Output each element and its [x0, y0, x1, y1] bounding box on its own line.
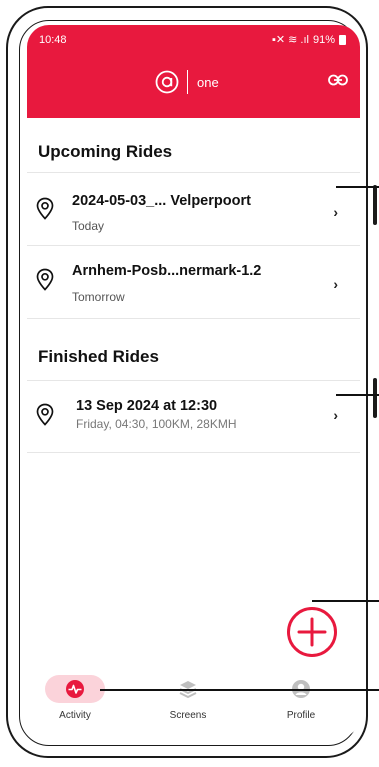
status-time: 10:48 [39, 34, 67, 46]
logo-text: one [197, 74, 219, 90]
divider [27, 318, 360, 319]
tab-screens[interactable]: Screens [143, 665, 233, 721]
ride-date: Tomorrow [72, 290, 125, 304]
link-icon[interactable] [328, 73, 348, 87]
side-button-1 [373, 185, 377, 225]
logo-separator [187, 70, 188, 94]
side-button-2 [373, 378, 377, 418]
app-logo: one [155, 70, 219, 94]
ride-details: Friday, 04:30, 100KM, 28KMH [76, 417, 237, 431]
ride-row-upcoming-2[interactable]: Arnhem-Posb...nermark-1.2 Tomorrow › [27, 246, 360, 318]
upcoming-rides-heading: Upcoming Rides [38, 142, 173, 161]
chevron-right-icon: › [333, 407, 338, 423]
tab-label: Screens [169, 710, 207, 721]
tab-label: Profile [286, 710, 316, 721]
callout-line-tabbar [100, 689, 379, 691]
active-tab-indicator [45, 675, 105, 703]
battery-percent: 91% [312, 33, 335, 46]
callout-line-fab [312, 600, 379, 602]
tab-activity[interactable]: Activity [30, 665, 120, 721]
ride-name: Arnhem-Posb...nermark-1.2 [72, 263, 262, 279]
finished-rides-heading: Finished Rides [38, 347, 159, 366]
ride-row-finished-1[interactable]: 13 Sep 2024 at 12:30 Friday, 04:30, 100K… [27, 381, 360, 453]
add-ride-button[interactable] [286, 606, 338, 658]
ride-name: 13 Sep 2024 at 12:30 [76, 398, 218, 414]
bottom-tab-bar: Activity Screens Profile [27, 665, 360, 738]
callout-line-finished [336, 394, 379, 396]
battery-icon [339, 34, 346, 45]
chevron-right-icon: › [333, 276, 338, 292]
location-pin-icon [36, 403, 54, 426]
ride-row-upcoming-1[interactable]: 2024-05-03_... Velperpoort Today › [27, 173, 360, 245]
ride-name: 2024-05-03_... Velperpoort [72, 193, 251, 209]
ride-date: Today [72, 219, 105, 233]
chevron-right-icon: › [333, 204, 338, 220]
divider [27, 452, 360, 453]
location-pin-icon [36, 197, 54, 220]
tab-profile[interactable]: Profile [256, 665, 346, 721]
logo-mark-icon [155, 70, 179, 94]
app-screen: 10:48 ▪✕ ≋ .ıl 91% one Upcoming Rides 20… [27, 25, 360, 738]
tab-label: Activity [59, 710, 91, 721]
signal-icon: ▪✕ ≋ .ıl [271, 34, 309, 46]
callout-line-upcoming [336, 186, 379, 188]
location-pin-icon [36, 268, 54, 291]
app-header: 10:48 ▪✕ ≋ .ıl 91% one [27, 25, 360, 118]
activity-icon [66, 680, 84, 698]
status-icons: ▪✕ ≋ .ıl 91% [272, 33, 346, 46]
